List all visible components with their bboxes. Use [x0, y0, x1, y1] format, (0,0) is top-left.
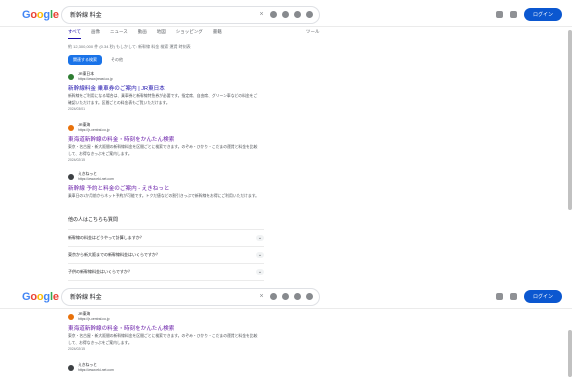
tab-books[interactable]: 書籍 [213, 29, 222, 39]
chevron-down-icon[interactable]: ⌄ [256, 235, 264, 241]
clear-icon[interactable]: × [258, 11, 265, 18]
mic-icon[interactable] [282, 293, 289, 300]
result-snippet: 乗車日の1か月前からネット予約が可能です。トクだ値などの割引きっぷで新幹線をお得… [68, 194, 259, 198]
site-url[interactable]: https://jr-central.co.jp [78, 128, 109, 132]
tab-shopping[interactable]: ショッピング [176, 29, 203, 39]
paa-question[interactable]: 東京から新大阪までの新幹線料金はいくらですか？ ⌄ [68, 246, 264, 263]
result-title[interactable]: 東海道新幹線の料金・時刻をかんたん検索 [68, 324, 268, 332]
result-title[interactable]: 東海道新幹線の料金・時刻をかんたん検索 [68, 135, 268, 143]
scrollbar[interactable] [568, 330, 572, 377]
sign-in-button[interactable]: ログイン [523, 8, 562, 21]
google-logo[interactable]: Google [22, 9, 59, 21]
result-date: 2024/03/01 [68, 107, 85, 111]
search-result: JR東日本 https://www.jreast.co.jp 新幹線料金 乗車券… [68, 72, 268, 111]
site-url[interactable]: https://www.eki-net.com [78, 177, 114, 181]
site-favicon [68, 313, 74, 320]
lens-icon[interactable] [294, 293, 301, 300]
google-logo[interactable]: Google [22, 291, 59, 303]
result-snippet: 新幹線をご利用になる場合は、乗車券と新幹線特急券が必要です。指定席、自由席、グリ… [68, 94, 258, 98]
search-query[interactable]: 新幹線 料金 [70, 292, 102, 301]
search-icon[interactable] [306, 293, 313, 300]
site-favicon [68, 124, 74, 131]
result-snippet: 東京・名古屋・新大阪間の新幹線料金を区間ごとに検索できます。のぞみ・ひかり・こだ… [68, 334, 258, 338]
paa-heading: 他の人はこちらも質問 [68, 217, 119, 223]
lens-icon[interactable] [294, 11, 301, 18]
tab-images[interactable]: 画像 [91, 29, 100, 39]
search-header: Google 新幹線 料金 × ログイン [0, 0, 572, 27]
more-chip[interactable]: その他 [106, 55, 128, 65]
result-date: 2024/02/15 [68, 347, 85, 351]
site-favicon [68, 73, 74, 80]
result-snippet-line2: して、お得なきっぷをご案内します。 [68, 341, 132, 345]
chip-row: 関連する検索 その他 [68, 55, 128, 65]
site-url[interactable]: https://www.jreast.co.jp [78, 77, 113, 81]
clear-icon[interactable]: × [258, 293, 265, 300]
search-query[interactable]: 新幹線 料金 [70, 10, 102, 19]
search-result: えきねっと https://www.eki-net.com 新幹線 予約と料金の… [68, 172, 268, 199]
site-favicon [68, 173, 74, 180]
tab-maps[interactable]: 地図 [157, 29, 166, 39]
related-search-chip[interactable]: 関連する検索 [68, 55, 102, 65]
result-title[interactable]: 新幹線 予約と料金のご案内 - えきねっと [68, 184, 268, 192]
tab-all[interactable]: すべて [68, 29, 82, 39]
search-result: えきねっと https://www.eki-net.com [68, 363, 268, 372]
search-tabs: すべて 画像 ニュース 動画 地図 ショッピング 書籍 [68, 29, 222, 39]
chevron-down-icon[interactable]: ⌄ [256, 252, 264, 258]
paa-question[interactable]: 新幹線の料金はどうやって計算しますか？ ⌄ [68, 229, 264, 246]
search-input[interactable]: 新幹線 料金 × [62, 289, 319, 305]
site-url[interactable]: https://jr-central.co.jp [78, 317, 109, 321]
result-snippet-line2: 確認いただけます。区間ごとの料金表もご覧いただけます。 [68, 101, 170, 105]
chevron-down-icon[interactable]: ⌄ [256, 269, 264, 275]
sticky-search-header: Google 新幹線 料金 × ログイン [0, 282, 572, 309]
result-title[interactable]: 新幹線料金 乗車券のご案内 | JR東日本 [68, 84, 268, 92]
result-snippet: 東京・名古屋・新大阪間の新幹線料金を区間ごとに検索できます。のぞみ・ひかり・こだ… [68, 145, 258, 149]
result-stats: 約 12,300,000 件 (0.34 秒) もしかして: 新幹線 料金 検索… [68, 44, 191, 49]
paa-question[interactable]: 子供の新幹線料金はいくらですか？ ⌄ [68, 263, 264, 280]
site-url[interactable]: https://www.eki-net.com [78, 368, 114, 372]
result-snippet-line2: して、お得なきっぷをご案内します。 [68, 152, 132, 156]
tab-news[interactable]: ニュース [110, 29, 128, 39]
search-result: JR東海 https://jr-central.co.jp 東海道新幹線の料金・… [68, 123, 268, 162]
keyboard-icon[interactable] [270, 293, 277, 300]
scrollbar[interactable] [568, 30, 572, 210]
tab-videos[interactable]: 動画 [138, 29, 147, 39]
apps-icon[interactable] [509, 11, 517, 18]
tools-button[interactable]: ツール [306, 29, 320, 35]
apps-icon[interactable] [509, 293, 517, 300]
result-date: 2024/02/15 [68, 158, 85, 162]
keyboard-icon[interactable] [270, 11, 277, 18]
mic-icon[interactable] [282, 11, 289, 18]
gear-icon[interactable] [495, 293, 503, 300]
gear-icon[interactable] [495, 11, 503, 18]
sign-in-button[interactable]: ログイン [523, 290, 562, 303]
site-favicon [68, 364, 74, 371]
search-icon[interactable] [306, 11, 313, 18]
search-input[interactable]: 新幹線 料金 × [62, 7, 319, 23]
search-result: JR東海 https://jr-central.co.jp 東海道新幹線の料金・… [68, 312, 268, 351]
